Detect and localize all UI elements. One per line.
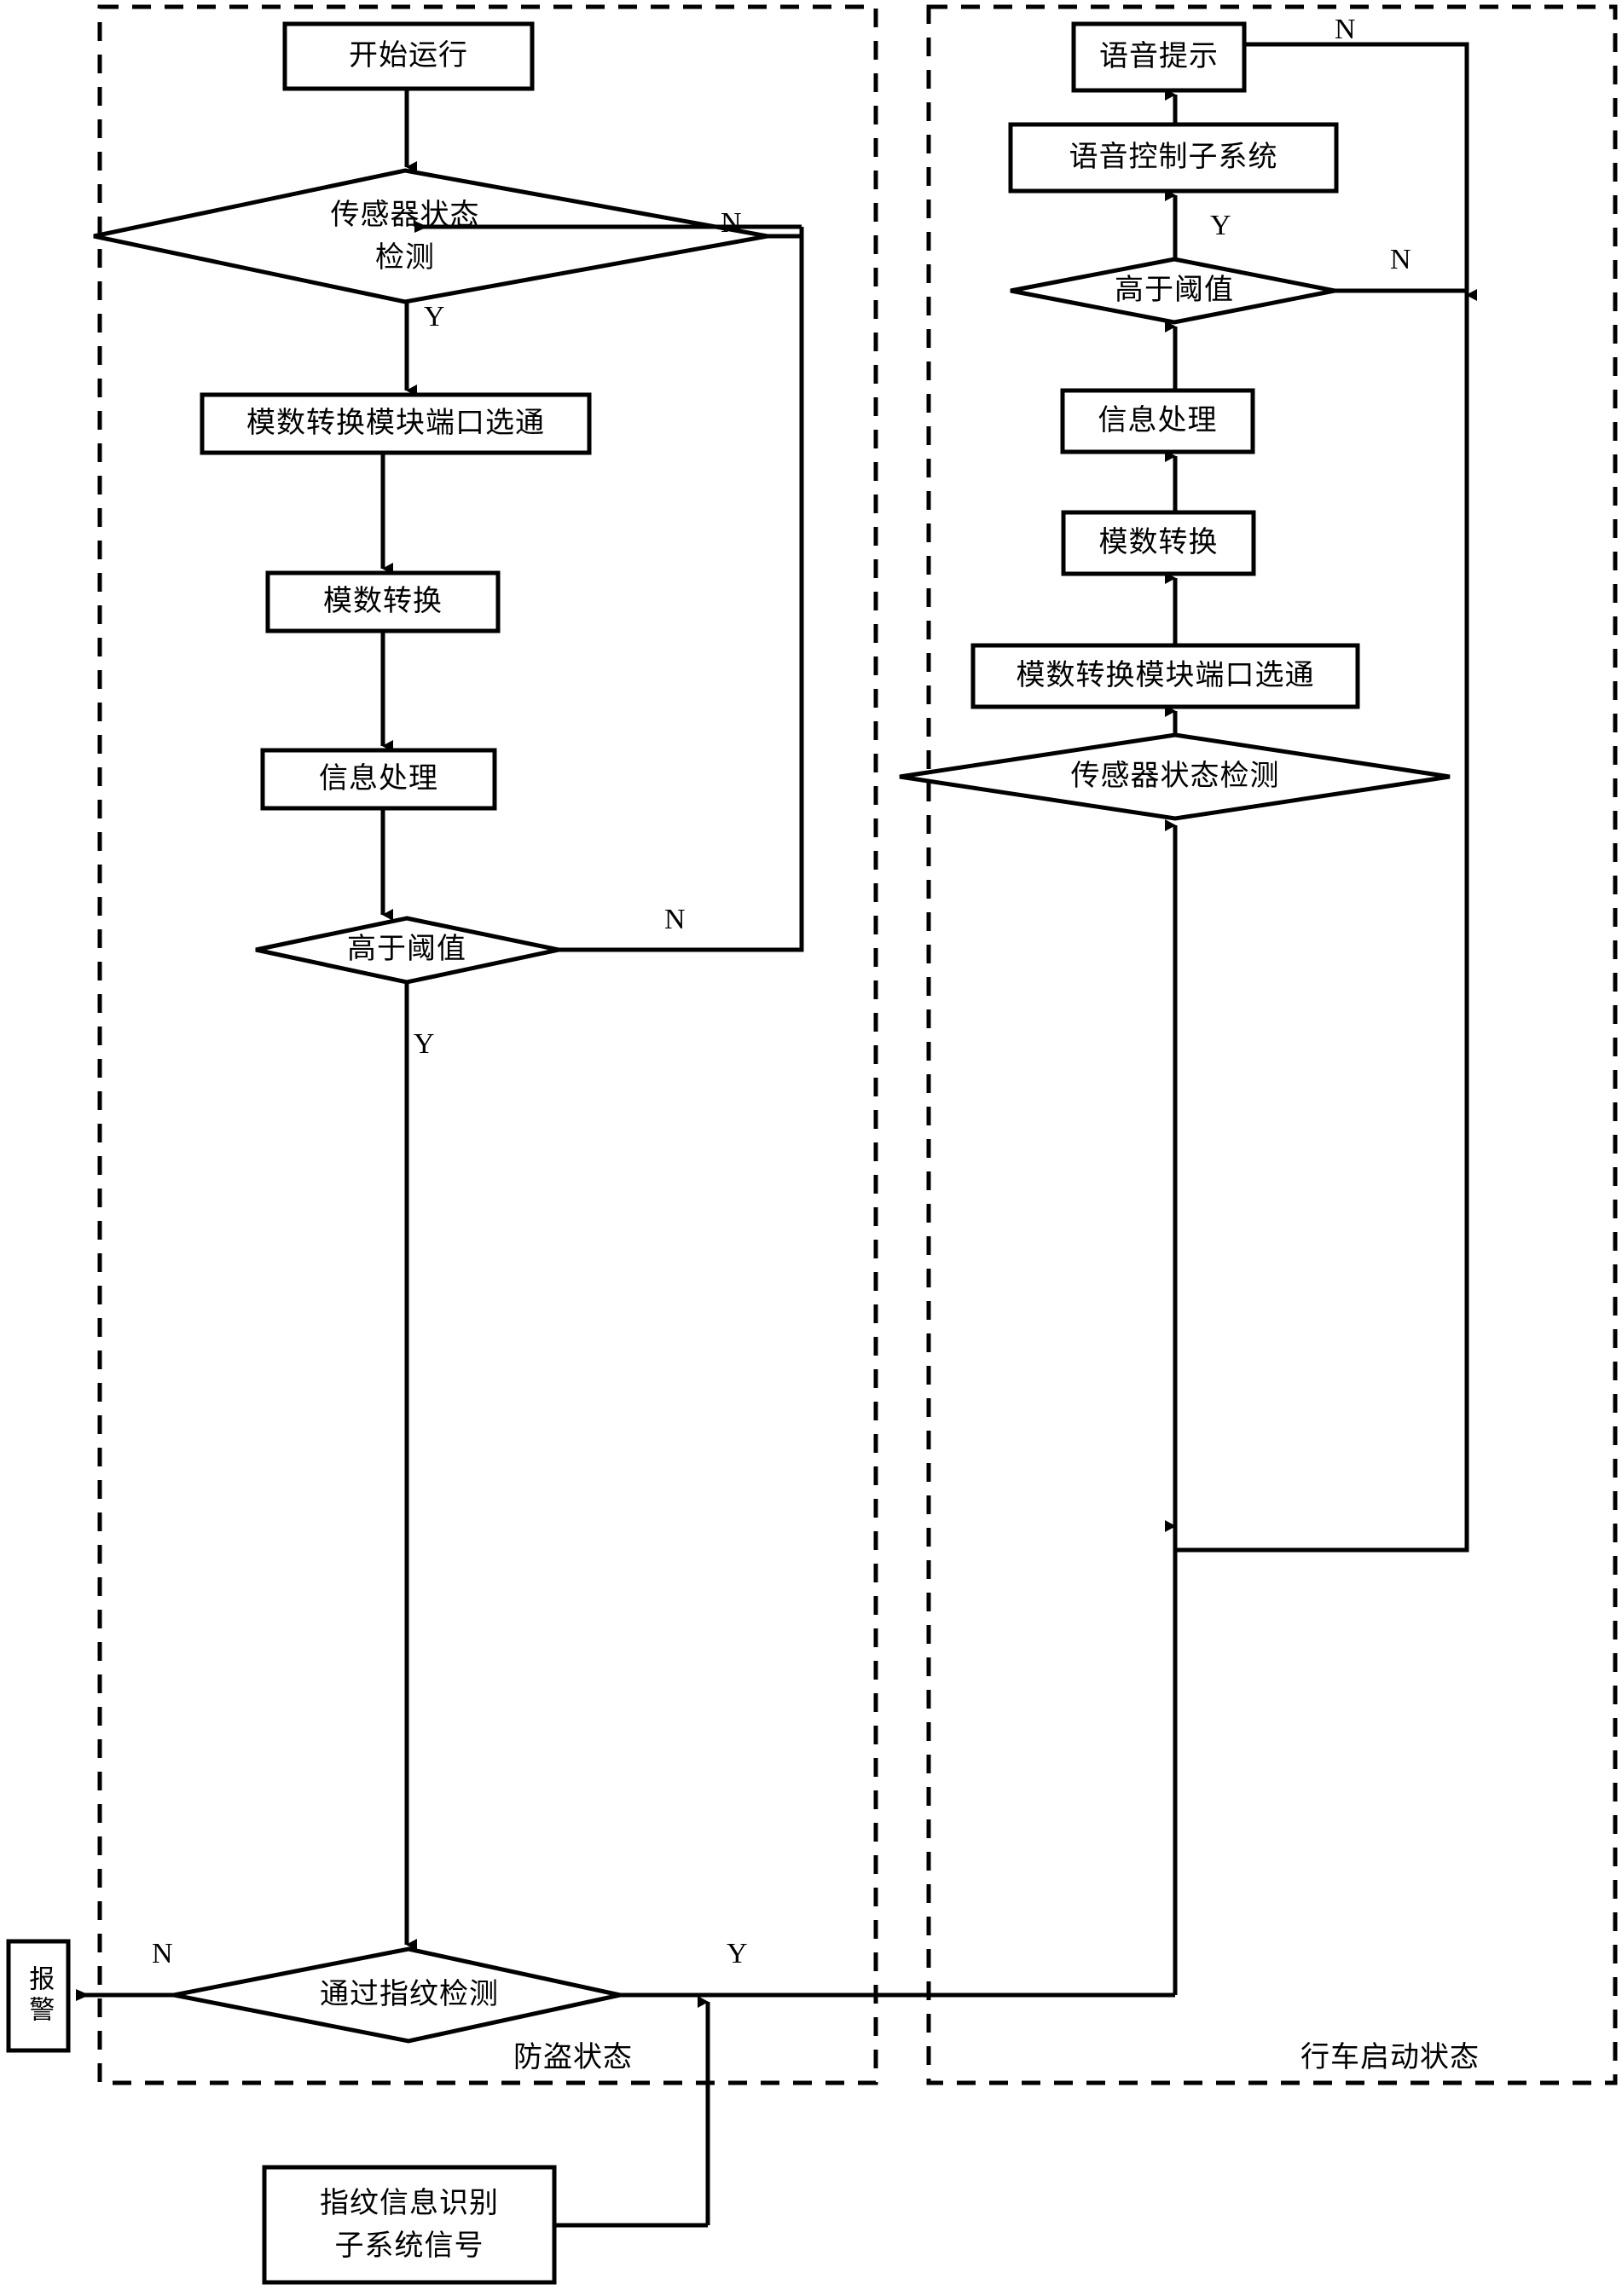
shape-info-process [260, 748, 497, 811]
shape-fingerprint-signal [262, 2165, 557, 2285]
shape-start [282, 21, 535, 91]
edge-label-left-sensor-no: N [721, 207, 742, 239]
shape-voice-prompt [1071, 21, 1247, 93]
shape-info-process-right [1060, 388, 1255, 454]
edge-label-right-threshold-no: N [1390, 244, 1411, 275]
flowchart-drawing [6, 4, 1618, 2285]
shape-adc [265, 570, 501, 633]
group-box-anti-theft [97, 4, 878, 2085]
group-label-driving-start: 行车启动状态 [1300, 2041, 1480, 2073]
edge-label-left-threshold-no: N [664, 904, 686, 935]
edge-label-left-threshold-yes: Y [414, 1028, 435, 1060]
edge-threshold-no [559, 228, 804, 952]
edge-label-left-fingerprint-no: N [152, 1938, 173, 1969]
shape-sensor-check [93, 168, 768, 304]
edge-label-left-sensor-yes: Y [424, 301, 445, 333]
shape-above-threshold [255, 916, 559, 985]
shape-adc-port-gate [200, 392, 592, 455]
shape-adc-right [1061, 510, 1256, 576]
group-label-anti-theft: 防盗状态 [513, 2041, 633, 2073]
shape-fingerprint-pass [173, 1946, 621, 2044]
flowchart-canvas: 开始运行 传感器状态 检测 模数转换模块端口选通 模数转换 信息处理 高于阈值 … [0, 0, 1622, 2296]
group-box-driving-start [926, 4, 1618, 2085]
edge-label-right-voice-no: N [1335, 14, 1356, 45]
shape-alarm [6, 1939, 71, 2053]
shape-adc-port-gate-right [970, 643, 1360, 709]
shape-sensor-check-right [899, 732, 1451, 821]
edge-label-right-threshold-yes: Y [1210, 210, 1231, 241]
shape-voice-control-subsystem [1008, 122, 1339, 194]
edge-right-threshold-no [1175, 288, 1469, 1553]
shape-above-threshold-right [1010, 257, 1335, 325]
edge-label-left-fingerprint-yes: Y [727, 1938, 748, 1969]
